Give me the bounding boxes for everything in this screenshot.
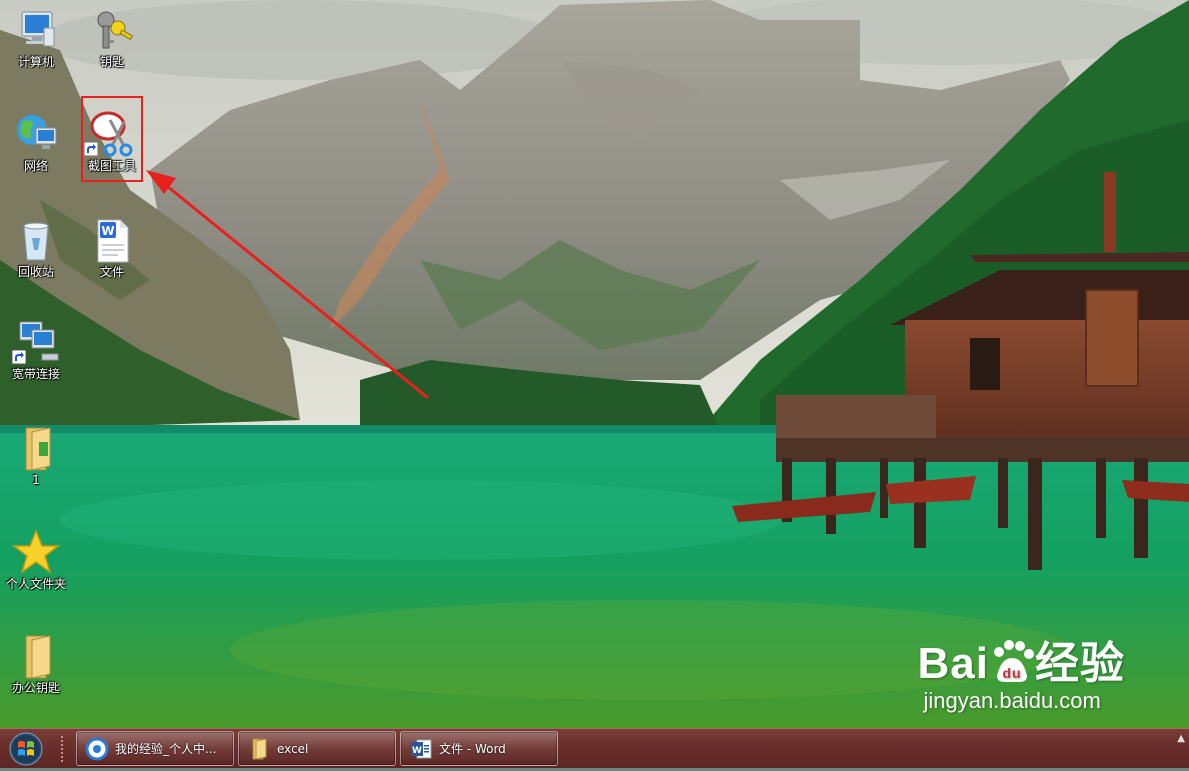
desktop-wallpaper [0,0,1189,728]
desktop-icon-recycle-bin[interactable]: 回收站 [0,216,72,279]
desktop-icon-keys[interactable]: 钥匙 [76,6,148,69]
desktop-icon-folder-1[interactable]: 1 [0,424,72,487]
taskbar-button-browser[interactable]: 我的经验_个人中... [76,731,234,766]
shortcut-arrow-icon [12,350,26,364]
word-icon: W [411,739,432,758]
desktop-icon-label: 文件 [99,265,124,279]
recycle-bin-icon [23,222,49,261]
svg-text:W: W [412,746,422,756]
taskbar-button-label: excel [277,741,309,756]
desktop-icon-label: 宽带连接 [11,367,60,381]
taskbar-button-word[interactable]: W 文件 - Word [400,731,558,766]
svg-text:du: du [1002,665,1021,681]
tray-overflow-arrow[interactable]: ▲ [1177,733,1185,744]
svg-text:W: W [101,224,114,238]
desktop-icon-label: 办公钥匙 [11,681,60,695]
desktop-icon-label: 钥匙 [99,55,124,69]
watermark-brand: Bai du 经验 [918,640,1125,688]
folder-icon [25,427,51,471]
taskbar-button-label: 我的经验_个人中... [115,742,217,756]
desktop-icon-wps-document[interactable]: W 文件 [76,216,148,279]
computer-icon [21,11,55,47]
watermark-brand-suffix: 经验 [1035,639,1125,688]
taskbar-button-excel-folder[interactable]: excel [238,731,396,766]
taskbar-grip [60,735,64,763]
folder-icon [252,737,267,760]
highlight-box [81,96,143,182]
desktop-icon-label: 1 [32,473,40,487]
desktop-icon-label: 个人文件夹 [5,577,66,591]
watermark-brand-prefix: Bai [917,639,989,688]
start-orb-icon [9,732,43,766]
start-button[interactable] [6,731,46,767]
desktop-icon-network[interactable]: 网络 [0,110,72,173]
taskbar-button-label: 文件 - Word [439,742,506,756]
taskbar: 我的经验_个人中... excel W 文件 - Word ▲ [0,728,1189,768]
desktop-icon-label: 回收站 [17,265,54,279]
network-globe-icon [17,115,57,149]
folder-icon [25,635,51,679]
desktop-icon-computer[interactable]: 计算机 [0,6,72,69]
baidu-jingyan-watermark: Bai du 经验 jingyan.baidu.com [918,640,1125,714]
browser-icon [85,737,109,760]
star-icon [12,528,60,574]
watermark-site: jingyan.baidu.com [923,688,1101,713]
keys-icon [97,11,134,49]
desktop-icon-label: 网络 [23,159,48,173]
wps-word-document-icon: W [97,219,129,263]
desktop-icon-personal-folder[interactable]: 个人文件夹 [0,528,72,591]
desktop-icon-broadband[interactable]: 宽带连接 [0,318,72,381]
desktop-icon-office-keys[interactable]: 办公钥匙 [0,632,72,695]
desktop-icon-label: 计算机 [17,55,54,69]
paw-icon: du [994,640,1034,682]
